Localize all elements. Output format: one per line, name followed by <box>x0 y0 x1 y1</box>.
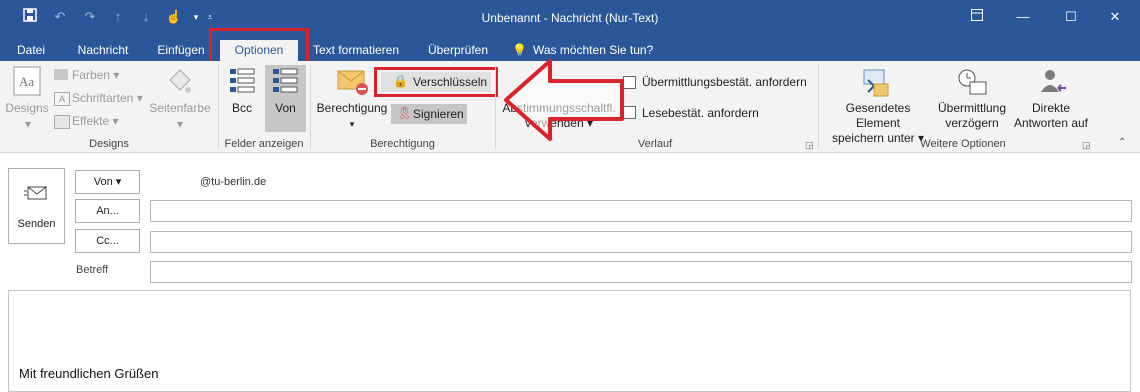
verlauf-launcher-icon[interactable]: ◲ <box>805 140 814 151</box>
schriftarten-icon: A <box>54 92 70 106</box>
uebermittlung-verzoegern-icon <box>956 66 988 98</box>
direkte-antworten-icon <box>1036 66 1068 98</box>
group-label-berechtigung: Berechtigung <box>370 138 435 150</box>
minimize-icon[interactable]: — <box>1008 6 1038 28</box>
paint-bucket-icon <box>164 66 194 98</box>
close-icon[interactable]: ✕ <box>1100 6 1130 28</box>
berechtigung-dropdown-icon[interactable]: ▾ <box>342 117 362 132</box>
group-label-designs: Designs <box>89 138 129 150</box>
seitenfarbe-button[interactable]: Seitenfarbe <box>146 101 214 116</box>
designs-icon[interactable]: Aa <box>12 65 44 97</box>
von-field-button[interactable]: Von ▾ <box>75 170 140 194</box>
pointer-arrow-icon <box>504 59 624 141</box>
from-address: @tu-berlin.de <box>200 176 267 188</box>
group-label-weitere: Weitere Optionen <box>920 138 1006 150</box>
ribbon-icon: 🎗 <box>397 106 413 120</box>
send-label: Senden <box>17 218 56 230</box>
collapse-ribbon-icon[interactable]: ⌃ <box>1118 137 1126 148</box>
message-body[interactable]: Mit freundlichen Grüßen <box>8 290 1131 392</box>
direkte-line2: Antworten auf <box>1013 116 1089 130</box>
direkte-antworten-button[interactable]: Direkte Antworten auf <box>1008 101 1094 131</box>
verzoegern-line2: verzögern <box>945 116 999 130</box>
maximize-icon[interactable]: ☐ <box>1056 6 1086 28</box>
tab-einfuegen[interactable]: Einfügen <box>150 40 212 61</box>
ribbon-display-icon[interactable] <box>962 6 992 28</box>
verzoegern-line1: Übermittlung <box>937 101 1007 115</box>
group-separator <box>218 65 219 149</box>
farben-button[interactable]: Farben ▾ <box>72 68 119 82</box>
lesebestaet-label: Lesebestät. anfordern <box>642 106 759 120</box>
send-button[interactable]: Senden <box>8 168 65 244</box>
cc-field[interactable] <box>150 231 1132 253</box>
send-icon <box>24 186 47 200</box>
tab-nachricht[interactable]: Nachricht <box>66 40 140 61</box>
signieren-label: Signieren <box>413 107 464 121</box>
group-separator <box>495 65 496 149</box>
subject-field[interactable] <box>150 261 1132 283</box>
seitenfarbe-dropdown-icon[interactable]: ▾ <box>170 117 190 132</box>
bcc-button[interactable]: Bcc <box>222 101 262 116</box>
effekte-icon <box>54 115 70 129</box>
tab-text-formatieren[interactable]: Text formatieren <box>306 40 406 61</box>
gesendetes-element-icon <box>860 66 892 98</box>
group-separator <box>818 65 819 149</box>
tab-datei[interactable]: Datei <box>8 40 54 61</box>
schriftarten-button[interactable]: Schriftarten ▾ <box>72 91 143 105</box>
direkte-line1: Direkte <box>1031 101 1070 115</box>
farben-icon <box>54 69 68 80</box>
von-button-label: Von <box>275 101 296 115</box>
cc-button[interactable]: Cc... <box>75 229 140 253</box>
designs-dropdown-icon[interactable]: ▾ <box>18 117 38 132</box>
envelope-icon <box>336 67 370 97</box>
uebermittlung-label: Übermittlungsbestät. anfordern <box>642 75 807 89</box>
body-text: Mit freundlichen Grüßen <box>19 366 159 381</box>
svg-text:Aa: Aa <box>19 74 34 89</box>
group-label-felder: Felder anzeigen <box>224 138 304 150</box>
berechtigung-button[interactable]: Berechtigung <box>314 101 390 116</box>
weitere-launcher-icon[interactable]: ◲ <box>1082 140 1091 151</box>
betreff-label: Betreff <box>76 264 109 276</box>
to-field[interactable] <box>150 200 1132 222</box>
ribbon: Aa Designs ▾ Farben ▾ A Schriftarten ▾ E… <box>0 59 1140 153</box>
group-separator <box>310 65 311 149</box>
an-button[interactable]: An... <box>75 199 140 223</box>
gesendetes-line1: Gesendetes Element <box>845 101 911 130</box>
designs-button[interactable]: Designs <box>4 101 50 116</box>
tab-ueberpruefen[interactable]: Überprüfen <box>420 40 496 61</box>
uebermittlung-verzoegern-button[interactable]: Übermittlung verzögern <box>934 101 1010 131</box>
title-bar: ↶ ↷ ↑ ↓ ☝ ▾ ⩡ Unbenannt - Nachricht (Nur… <box>0 0 1140 36</box>
highlight-box-verschluesseln <box>374 67 498 97</box>
bcc-icon <box>228 67 258 97</box>
signieren-button[interactable]: 🎗 Signieren <box>391 104 467 124</box>
von-button[interactable]: Von <box>265 65 306 132</box>
effekte-button[interactable]: Effekte ▾ <box>72 114 119 128</box>
